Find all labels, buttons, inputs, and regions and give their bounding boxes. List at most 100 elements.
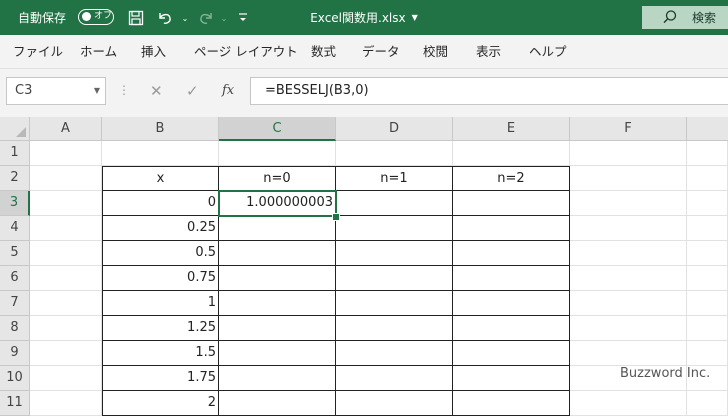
row-header-10[interactable]: 10 — [0, 366, 30, 391]
cell-d10[interactable] — [336, 366, 453, 391]
cell-g11[interactable] — [687, 391, 728, 416]
customize-toolbar-icon[interactable] — [233, 8, 253, 28]
cell-e3[interactable] — [453, 191, 570, 216]
tab-page-layout[interactable]: ページ レイアウト — [194, 35, 298, 68]
cell-e6[interactable] — [453, 266, 570, 291]
tab-help[interactable]: ヘルプ — [529, 35, 567, 68]
cell-f3[interactable] — [570, 191, 687, 216]
save-icon[interactable] — [126, 8, 146, 28]
cell-a3[interactable] — [30, 191, 102, 216]
cell-a1[interactable] — [30, 141, 102, 166]
cancel-icon[interactable]: ✕ — [150, 77, 163, 105]
cell-e9[interactable] — [453, 341, 570, 366]
cell-d3[interactable] — [336, 191, 453, 216]
cell-d11[interactable] — [336, 391, 453, 416]
row-header-2[interactable]: 2 — [0, 166, 30, 191]
cell-b8[interactable]: 1.25 — [102, 316, 219, 341]
search-box[interactable]: 検索 — [642, 6, 728, 29]
select-all-button[interactable] — [0, 117, 30, 141]
cell-g6[interactable] — [687, 266, 728, 291]
cell-b4[interactable]: 0.25 — [102, 216, 219, 241]
cell-c11[interactable] — [219, 391, 336, 416]
cell-d5[interactable] — [336, 241, 453, 266]
tab-home[interactable]: ホーム — [80, 35, 117, 68]
cell-f2[interactable] — [570, 166, 687, 191]
cell-a9[interactable] — [30, 341, 102, 366]
cell-g1[interactable] — [687, 141, 728, 166]
cell-g2[interactable] — [687, 166, 728, 191]
cell-c8[interactable] — [219, 316, 336, 341]
cell-c7[interactable] — [219, 291, 336, 316]
tab-view[interactable]: 表示 — [476, 35, 501, 68]
cell-d7[interactable] — [336, 291, 453, 316]
cell-a6[interactable] — [30, 266, 102, 291]
cell-f7[interactable] — [570, 291, 687, 316]
title-dropdown-icon[interactable]: ▼ — [412, 13, 418, 22]
insert-function-button[interactable]: fx — [222, 77, 234, 105]
tab-insert[interactable]: 挿入 — [141, 35, 166, 68]
enter-icon[interactable]: ✓ — [186, 77, 199, 105]
formula-input[interactable]: =BESSELJ(B3,0) — [250, 77, 728, 105]
cell-c2[interactable]: n=0 — [219, 166, 336, 191]
cell-a2[interactable] — [30, 166, 102, 191]
name-box[interactable]: C3 ▼ — [6, 77, 106, 105]
cell-d6[interactable] — [336, 266, 453, 291]
cell-g7[interactable] — [687, 291, 728, 316]
cell-a4[interactable] — [30, 216, 102, 241]
autosave-toggle[interactable]: オフ — [78, 9, 114, 25]
cell-d1[interactable] — [336, 141, 453, 166]
cell-e10[interactable] — [453, 366, 570, 391]
cell-c5[interactable] — [219, 241, 336, 266]
cell-b7[interactable]: 1 — [102, 291, 219, 316]
column-header-overflow[interactable] — [687, 117, 728, 141]
undo-dropdown-icon[interactable]: ⌄ — [175, 8, 195, 28]
cell-a5[interactable] — [30, 241, 102, 266]
cell-g3[interactable] — [687, 191, 728, 216]
tab-file[interactable]: ファイル — [13, 35, 63, 68]
tab-data[interactable]: データ — [362, 35, 400, 68]
cell-b6[interactable]: 0.75 — [102, 266, 219, 291]
cell-e2[interactable]: n=2 — [453, 166, 570, 191]
cell-c4[interactable] — [219, 216, 336, 241]
cell-e11[interactable] — [453, 391, 570, 416]
cell-f6[interactable] — [570, 266, 687, 291]
tab-review[interactable]: 校閲 — [423, 35, 448, 68]
cell-b1[interactable] — [102, 141, 219, 166]
cell-c6[interactable] — [219, 266, 336, 291]
column-header-a[interactable]: A — [30, 117, 102, 141]
column-header-e[interactable]: E — [453, 117, 570, 141]
cell-b3[interactable]: 0 — [102, 191, 219, 216]
column-header-f[interactable]: F — [570, 117, 687, 141]
name-box-dropdown-icon[interactable]: ▼ — [94, 78, 100, 104]
cell-e8[interactable] — [453, 316, 570, 341]
cell-a8[interactable] — [30, 316, 102, 341]
cell-g5[interactable] — [687, 241, 728, 266]
cell-d2[interactable]: n=1 — [336, 166, 453, 191]
cell-c1[interactable] — [219, 141, 336, 166]
row-header-9[interactable]: 9 — [0, 341, 30, 366]
cell-e1[interactable] — [453, 141, 570, 166]
cell-c9[interactable] — [219, 341, 336, 366]
row-header-6[interactable]: 6 — [0, 266, 30, 291]
cell-f8[interactable] — [570, 316, 687, 341]
cell-b9[interactable]: 1.5 — [102, 341, 219, 366]
cell-f9[interactable] — [570, 341, 687, 366]
cell-g9[interactable] — [687, 341, 728, 366]
cell-b5[interactable]: 0.5 — [102, 241, 219, 266]
cell-a7[interactable] — [30, 291, 102, 316]
cell-d9[interactable] — [336, 341, 453, 366]
cell-e7[interactable] — [453, 291, 570, 316]
cell-f1[interactable] — [570, 141, 687, 166]
cell-e4[interactable] — [453, 216, 570, 241]
cell-a11[interactable] — [30, 391, 102, 416]
row-header-7[interactable]: 7 — [0, 291, 30, 316]
row-header-5[interactable]: 5 — [0, 241, 30, 266]
row-header-8[interactable]: 8 — [0, 316, 30, 341]
worksheet-grid[interactable]: A B C D E F 1 2 3 4 5 6 7 8 9 10 11 x n=0… — [0, 117, 728, 416]
column-header-c[interactable]: C — [219, 117, 336, 141]
cell-d4[interactable] — [336, 216, 453, 241]
row-header-4[interactable]: 4 — [0, 216, 30, 241]
tab-formulas[interactable]: 数式 — [311, 35, 336, 68]
fill-handle[interactable] — [332, 213, 340, 221]
cell-f11[interactable] — [570, 391, 687, 416]
